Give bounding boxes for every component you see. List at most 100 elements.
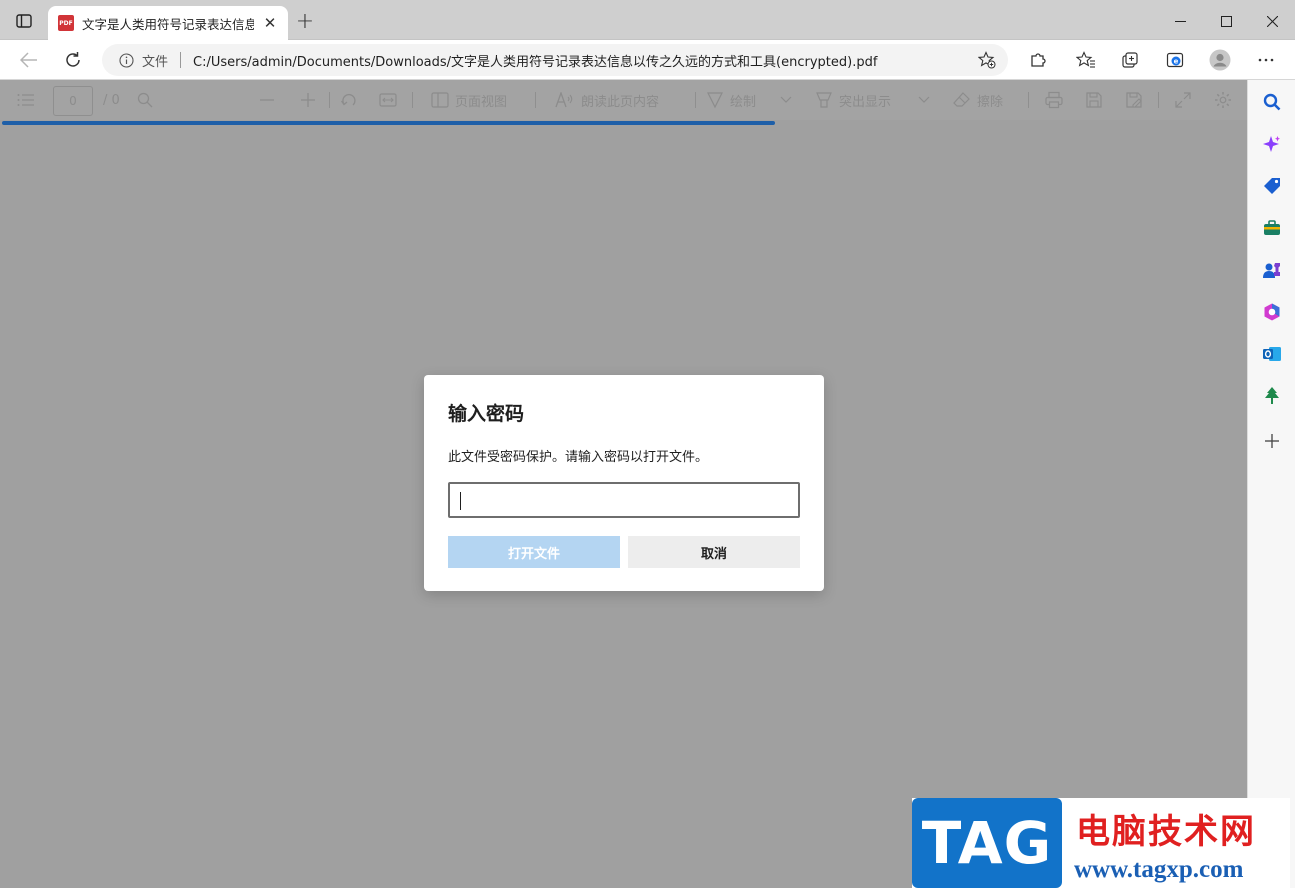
sidebar-games-button[interactable]	[1261, 259, 1283, 281]
collections-icon	[1122, 52, 1138, 68]
toolbar-separator	[695, 92, 696, 108]
tab-active[interactable]: PDF 文字是人类用符号记录表达信息以传之久远的方式和工具(encrypted)…	[48, 6, 288, 40]
page-number-input[interactable]: 0	[53, 86, 93, 116]
shopping-tag-icon	[1264, 178, 1280, 194]
games-icon	[1263, 263, 1280, 278]
highlight-options-dropdown[interactable]	[918, 80, 930, 120]
favorites-icon	[1076, 51, 1095, 68]
fullscreen-button[interactable]	[1175, 80, 1191, 120]
save-as-icon	[1126, 92, 1142, 108]
close-window-button[interactable]	[1249, 6, 1295, 36]
pdf-file-icon: PDF	[58, 15, 74, 31]
page-view-label: 页面视图	[455, 94, 508, 110]
plus-icon	[301, 93, 315, 107]
toolbar-separator	[1158, 92, 1159, 108]
address-bar[interactable]: 文件 C:/Users/admin/Documents/Downloads/文字…	[102, 44, 1008, 76]
password-input[interactable]	[448, 482, 800, 518]
watermark-site-url: www.tagxp.com	[1074, 856, 1244, 883]
watermark-logo: TAG	[912, 798, 1062, 888]
more-icon	[1258, 58, 1274, 62]
read-aloud-icon	[555, 92, 573, 108]
close-icon	[1266, 15, 1278, 27]
zoom-out-button[interactable]	[259, 80, 275, 120]
erase-button[interactable]: 擦除	[953, 80, 1003, 120]
fit-page-button[interactable]	[379, 80, 397, 120]
add-favorite-icon[interactable]	[978, 51, 996, 69]
tab-title: 文字是人类用符号记录表达信息以传之久远的方式和工具(encrypted).pdf	[82, 16, 254, 32]
sidebar-tree-button[interactable]	[1261, 385, 1283, 407]
chevron-down-icon	[780, 96, 792, 103]
erase-label: 擦除	[977, 94, 1004, 110]
collections-button[interactable]	[1117, 48, 1143, 72]
back-arrow-icon	[20, 52, 37, 68]
back-button[interactable]	[15, 48, 43, 72]
loading-progress-bar	[2, 121, 775, 125]
pdf-settings-button[interactable]	[1214, 80, 1232, 120]
refresh-icon	[66, 52, 80, 67]
minimize-button[interactable]	[1157, 6, 1203, 36]
puzzle-icon	[1031, 53, 1046, 67]
draw-label: 绘制	[730, 94, 757, 110]
extensions-button[interactable]	[1025, 48, 1051, 72]
title-bar: PDF 文字是人类用符号记录表达信息以传之久远的方式和工具(encrypted)…	[0, 0, 1295, 40]
sidebar-add-button[interactable]	[1261, 430, 1283, 452]
maximize-icon	[1220, 15, 1232, 27]
sidebar-tools-button[interactable]	[1261, 217, 1283, 239]
draw-button[interactable]: 绘制	[706, 80, 756, 120]
eraser-icon	[953, 92, 970, 107]
fit-width-icon	[379, 93, 397, 107]
gear-icon	[1215, 92, 1231, 108]
ie-mode-button[interactable]: e	[1162, 48, 1188, 72]
text-caret	[460, 492, 461, 510]
minus-icon	[260, 99, 274, 101]
zoom-in-button[interactable]	[300, 80, 316, 120]
info-icon[interactable]	[118, 52, 134, 68]
url-text[interactable]: C:/Users/admin/Documents/Downloads/文字是人类…	[193, 51, 877, 70]
copilot-icon	[1263, 136, 1280, 152]
toolbar-separator	[1028, 92, 1029, 108]
sidebar-office-button[interactable]	[1261, 301, 1283, 323]
address-scheme-label: 文件	[142, 54, 169, 70]
watermark: TAG 电脑技术网 www.tagxp.com	[912, 798, 1290, 888]
save-as-button[interactable]	[1125, 80, 1143, 120]
highlight-button[interactable]: 突出显示	[815, 80, 891, 120]
outlook-icon	[1263, 347, 1281, 361]
toolbar-separator	[412, 92, 413, 108]
sidebar-search-button[interactable]	[1261, 91, 1283, 113]
watermark-site-name: 电脑技术网	[1076, 812, 1256, 852]
printer-icon	[1045, 91, 1063, 109]
search-icon	[137, 92, 153, 108]
search-icon	[1263, 93, 1281, 111]
draw-options-dropdown[interactable]	[780, 80, 792, 120]
maximize-button[interactable]	[1203, 6, 1249, 36]
toolbar-separator	[329, 92, 330, 108]
print-button[interactable]	[1045, 80, 1063, 120]
minimize-icon	[1174, 20, 1186, 22]
draw-icon	[707, 92, 723, 109]
profile-button[interactable]	[1207, 48, 1233, 72]
expand-icon	[1175, 92, 1191, 108]
read-aloud-button[interactable]: 朗读此页内容	[555, 80, 659, 120]
rotate-button[interactable]	[340, 80, 358, 120]
sidebar-outlook-button[interactable]	[1261, 343, 1283, 365]
ie-mode-icon: e	[1166, 52, 1184, 68]
sidebar-shopping-button[interactable]	[1261, 175, 1283, 197]
refresh-button[interactable]	[59, 48, 87, 72]
settings-menu-button[interactable]	[1253, 48, 1279, 72]
save-button[interactable]	[1085, 80, 1103, 120]
page-view-button[interactable]: 页面视图	[431, 80, 507, 120]
contents-button[interactable]	[17, 80, 35, 120]
new-tab-button[interactable]: +	[294, 11, 316, 33]
navigation-bar: 文件 C:/Users/admin/Documents/Downloads/文字…	[0, 40, 1295, 80]
page-total: / 0	[103, 92, 120, 108]
sidebar-copilot-button[interactable]	[1261, 133, 1283, 155]
read-aloud-label: 朗读此页内容	[581, 94, 660, 110]
find-button[interactable]	[137, 80, 153, 120]
tab-close-icon[interactable]: ✕	[262, 14, 278, 32]
open-file-button[interactable]: 打开文件	[448, 536, 620, 568]
tab-actions-button[interactable]	[12, 10, 36, 32]
page-view-icon	[431, 92, 449, 108]
favorites-button[interactable]	[1073, 48, 1099, 72]
tree-icon	[1265, 387, 1279, 404]
cancel-button[interactable]: 取消	[628, 536, 800, 568]
